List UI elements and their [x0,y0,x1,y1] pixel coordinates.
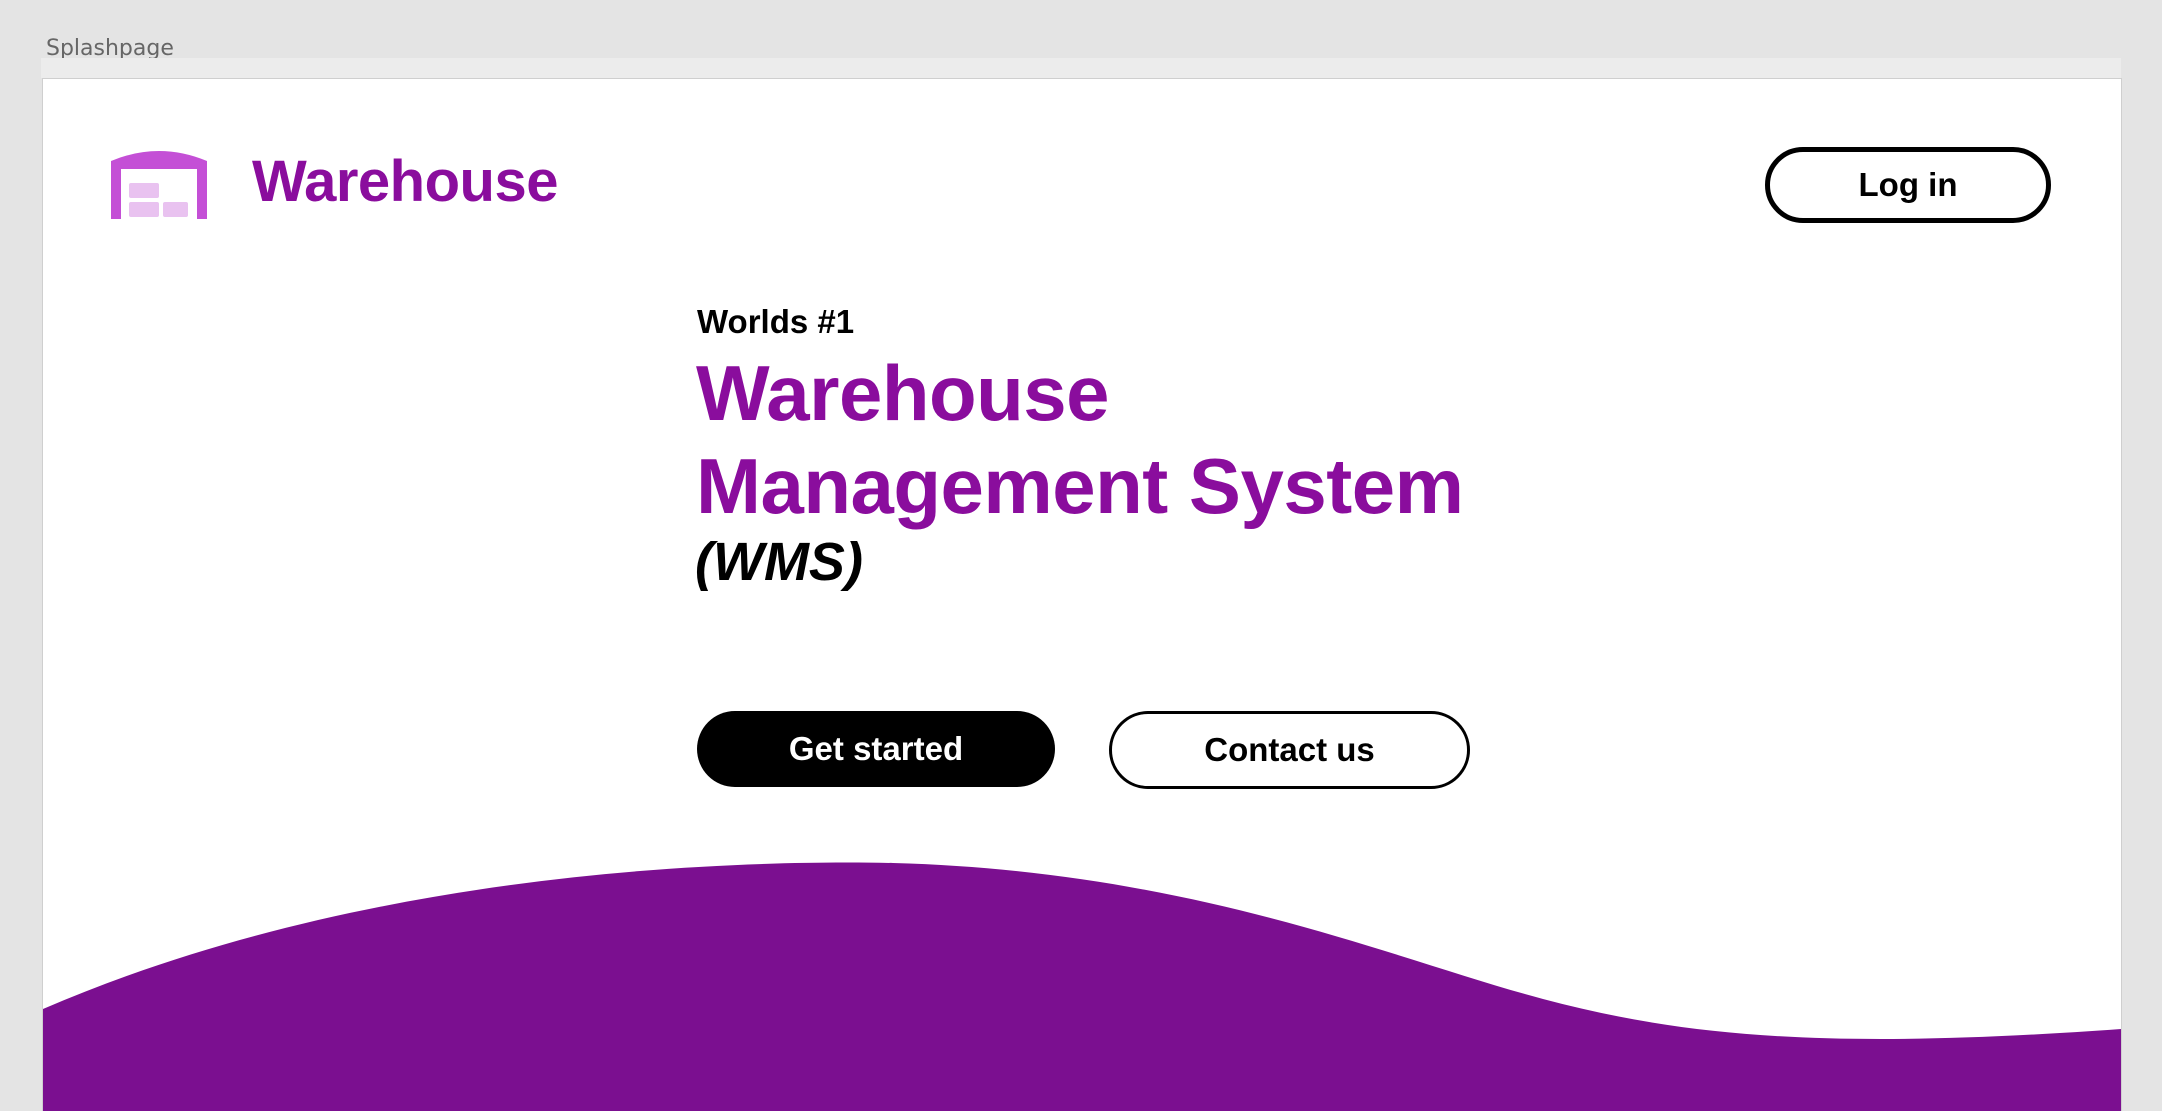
contact-us-button[interactable]: Contact us [1109,711,1470,789]
artboard-header-bar [41,58,2121,78]
hero-headline: Warehouse Management System [696,347,1464,533]
hero-headline-line-2: Management System [696,442,1464,530]
warehouse-icon [111,151,207,219]
hero-eyebrow: Worlds #1 [697,303,855,340]
login-button[interactable]: Log in [1765,147,2051,223]
decorative-wave [43,862,2121,1111]
hero-headline-line-1: Warehouse [696,349,1110,437]
hero-acronym: (WMS) [695,532,863,592]
get-started-button[interactable]: Get started [697,711,1055,787]
splash-page: Warehouse Log in Worlds #1 Warehouse Man… [42,78,2122,1111]
brand-name: Warehouse [252,149,558,214]
